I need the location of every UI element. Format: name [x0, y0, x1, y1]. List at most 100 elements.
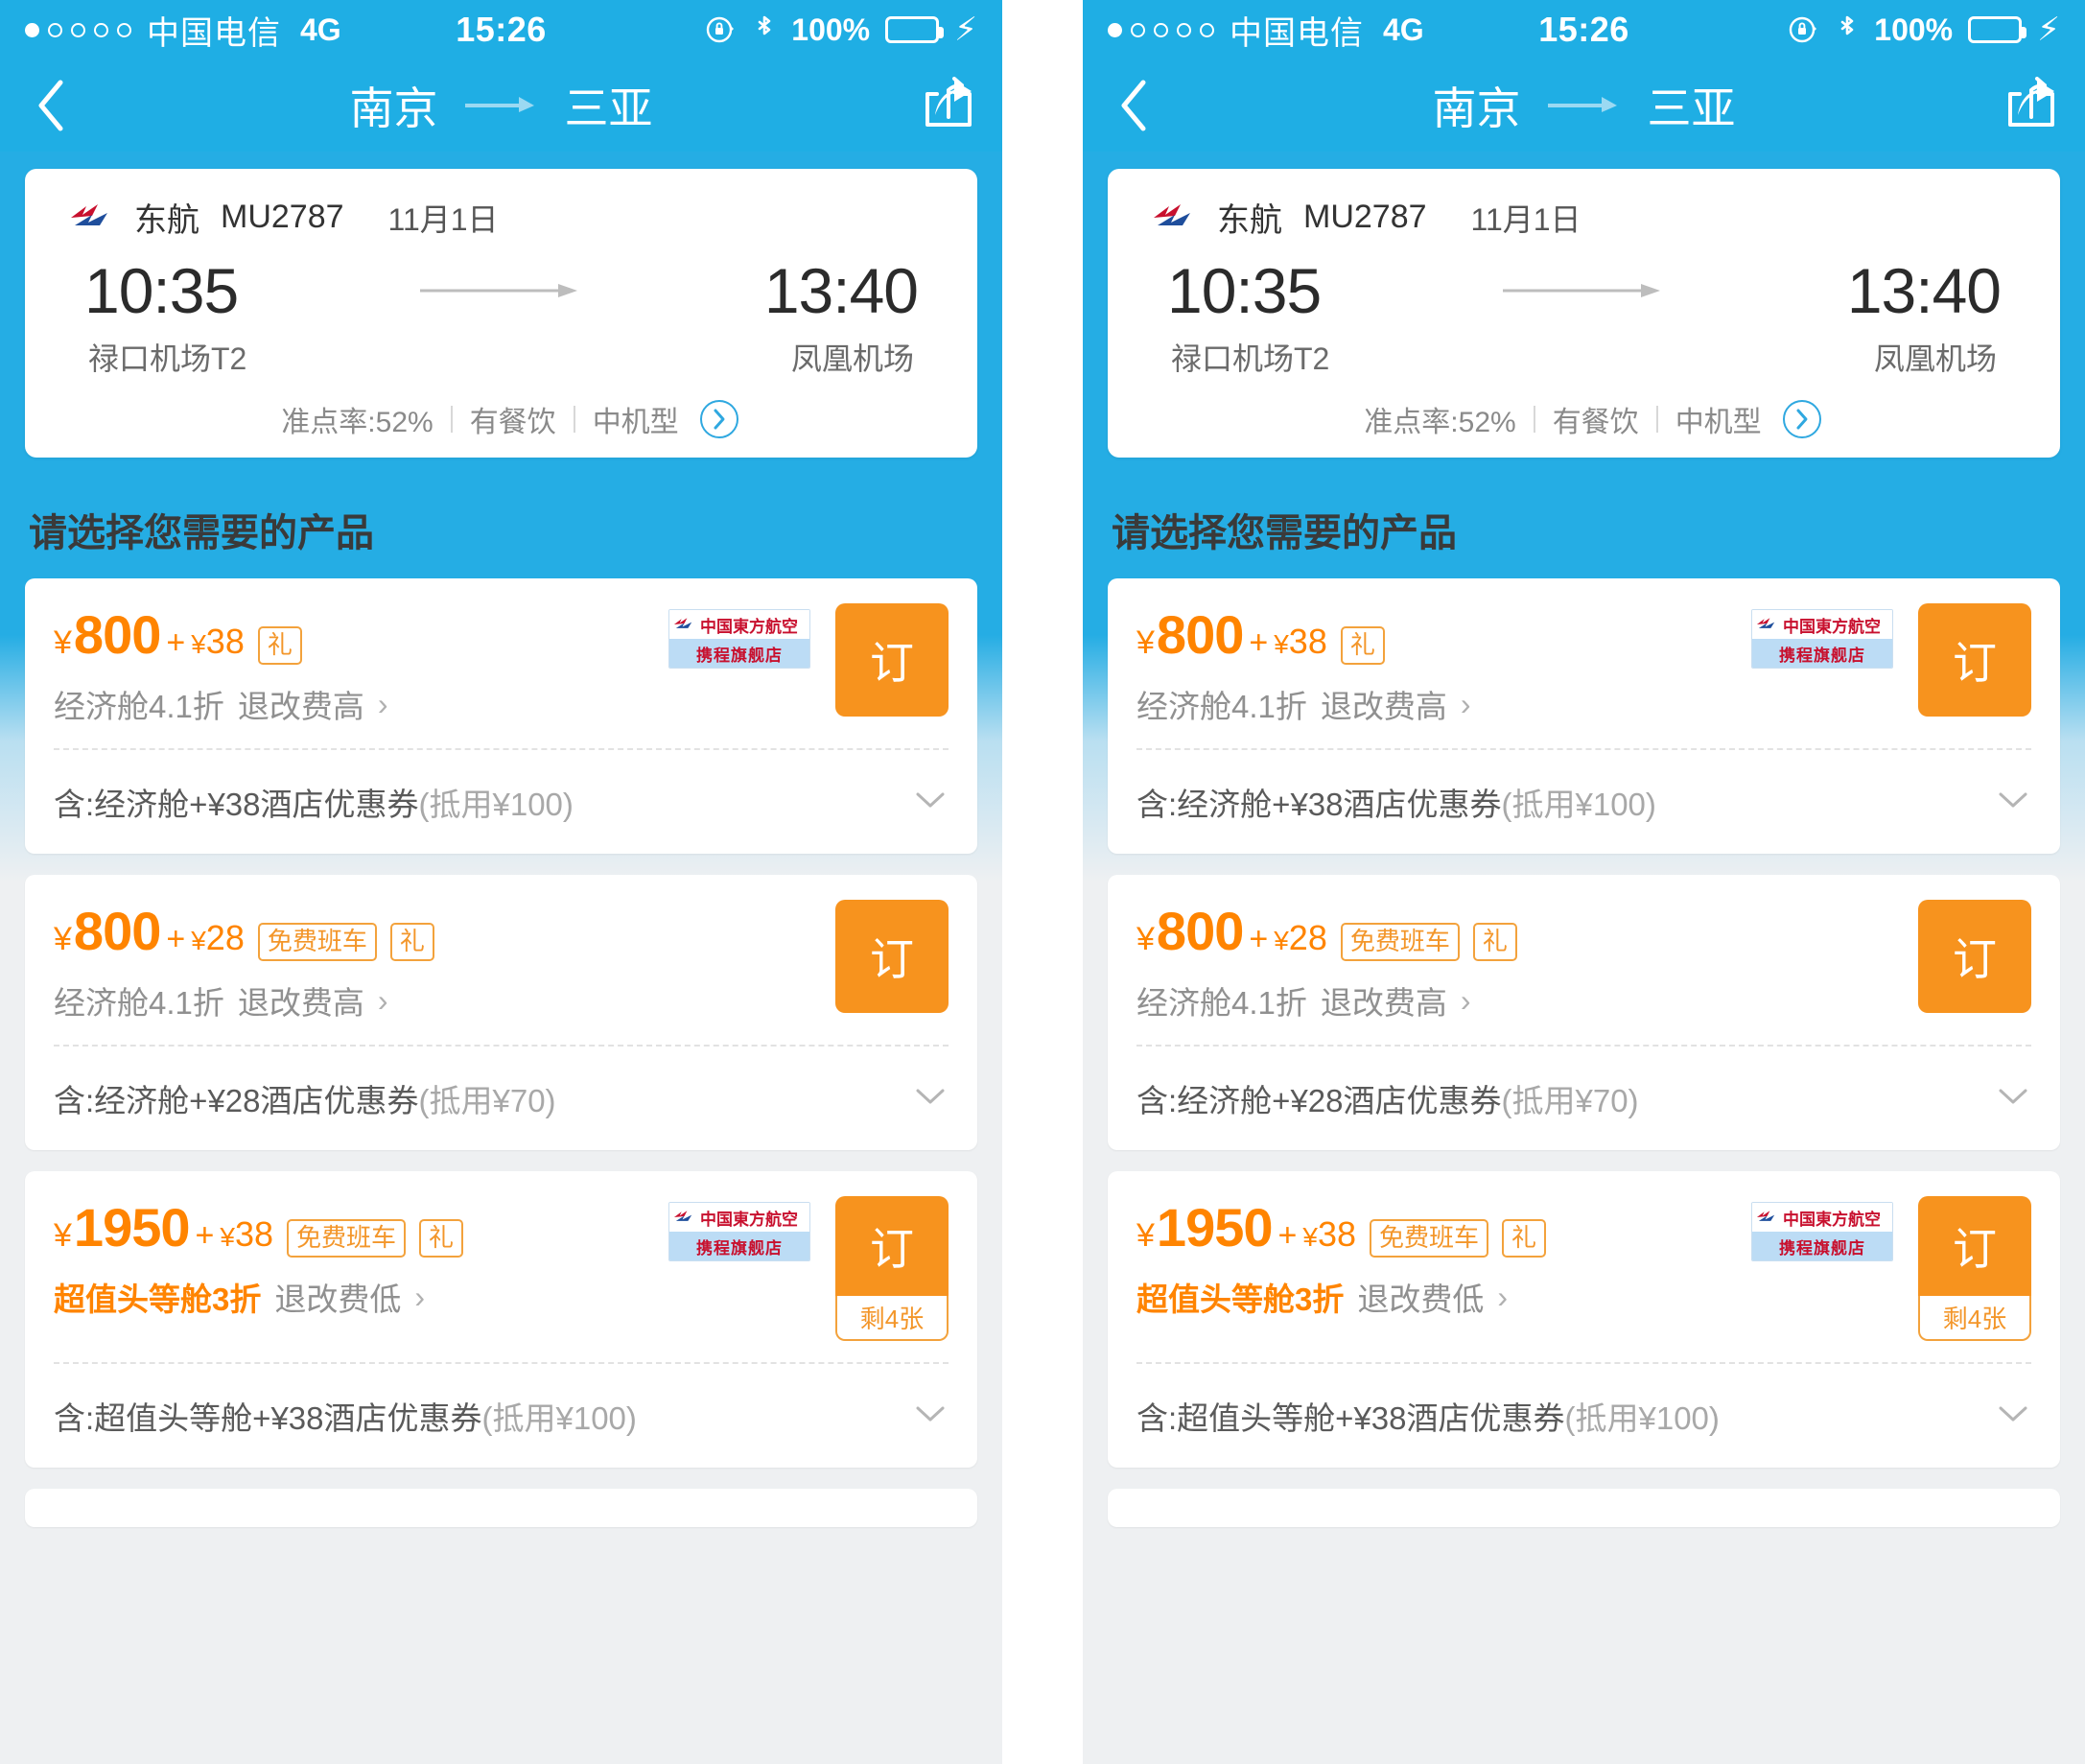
product-sub-row[interactable]: 经济舱4.1折 退改费高 ›: [54, 681, 668, 727]
flight-header-row: 东航 MU2787 11月1日: [1108, 194, 2060, 241]
lightning-bolt-icon: ⚡: [954, 12, 977, 48]
chevron-down-icon[interactable]: [1995, 788, 2031, 816]
product-include-row[interactable]: 含:经济舱+¥38酒店优惠券(抵用¥100): [25, 750, 977, 854]
product-sub-row[interactable]: 经济舱4.1折 退改费高 ›: [54, 977, 835, 1023]
product-sub-row[interactable]: 经济舱4.1折 退改费高 ›: [1136, 977, 1918, 1023]
product-sub-row[interactable]: 经济舱4.1折 退改费高 ›: [1136, 681, 1751, 727]
route-title: 南京 三亚: [1083, 74, 2085, 137]
arrow-right-icon: [1502, 284, 1660, 297]
currency-symbol: ¥: [54, 1217, 72, 1254]
product-card[interactable]: ¥ 1950 + ¥ 38 免费班车礼 超值头等舱3折 退改费低 › 中国東方航…: [25, 1171, 977, 1468]
chevron-right-circle-icon[interactable]: [1782, 400, 1821, 438]
flight-info-card[interactable]: 东航 MU2787 11月1日 10:35 13:40 禄口机场T2 凤凰机场 …: [1108, 169, 2060, 458]
product-sub-row[interactable]: 超值头等舱3折 退改费低 ›: [54, 1274, 668, 1320]
product-fee: 28: [205, 918, 245, 957]
product-tag: 礼: [419, 1219, 464, 1258]
flight-number: MU2787: [1303, 199, 1427, 235]
stock-badge: 剩4张: [835, 1296, 949, 1341]
book-button[interactable]: 订: [835, 1196, 949, 1296]
flight-info-card[interactable]: 东航 MU2787 11月1日 10:35 13:40 禄口机场T2 凤凰机场 …: [25, 169, 977, 458]
origin-city: 南京: [1432, 83, 1521, 133]
product-card[interactable]: [1108, 1489, 2060, 1527]
product-main-row: ¥ 800 + ¥ 28 免费班车礼 经济舱4.1折 退改费高 › 订: [25, 875, 977, 1045]
cabin-class: 超值头等舱3折: [1136, 1282, 1345, 1317]
signal-strength-dots: [1108, 22, 1214, 37]
booking-area: 订 剩4张: [835, 1196, 949, 1341]
meal-info: 有餐饮: [1552, 407, 1639, 438]
price-row: ¥ 800 + ¥ 28 免费班车礼: [1136, 900, 1918, 962]
flight-meta-row[interactable]: 准点率:52% 有餐饮 中机型: [25, 379, 977, 440]
vendor-badge-title: 中国東方航空: [700, 617, 798, 636]
product-include-row[interactable]: 含:经济舱+¥28酒店优惠券(抵用¥70): [1108, 1047, 2060, 1150]
share-button[interactable]: [920, 77, 977, 134]
product-main-row: ¥ 1950 + ¥ 38 免费班车礼 超值头等舱3折 退改费低 › 中国東方航…: [25, 1171, 977, 1362]
chevron-down-icon[interactable]: [912, 1402, 949, 1430]
product-tag: 礼: [1340, 626, 1385, 665]
price-row: ¥ 800 + ¥ 38 礼: [1136, 603, 1751, 666]
product-price: 1950: [73, 1197, 191, 1258]
product-fee: 38: [234, 1214, 273, 1254]
network-type: 4G: [1383, 12, 1424, 47]
book-button[interactable]: 订: [835, 603, 949, 717]
flight-meta-row[interactable]: 准点率:52% 有餐饮 中机型: [1108, 379, 2060, 440]
product-include-row[interactable]: 含:经济舱+¥28酒店优惠券(抵用¥70): [25, 1047, 977, 1150]
vendor-badge-subtitle: 携程旗舰店: [1779, 1238, 1865, 1258]
currency-symbol: ¥: [1136, 1217, 1155, 1254]
vendor-badge-subtitle: 携程旗舰店: [1779, 646, 1865, 665]
product-card[interactable]: ¥ 800 + ¥ 38 礼 经济舱4.1折 退改费高 › 中国東方航空 携程旗…: [1108, 578, 2060, 854]
book-button[interactable]: 订: [1918, 603, 2031, 717]
product-sub-row[interactable]: 超值头等舱3折 退改费低 ›: [1136, 1274, 1751, 1320]
product-info: ¥ 1950 + ¥ 38 免费班车礼 超值头等舱3折 退改费低 ›: [54, 1196, 668, 1320]
chevron-right-circle-icon[interactable]: [699, 400, 738, 438]
product-card[interactable]: [25, 1489, 977, 1527]
include-description: 含:经济舱+¥38酒店优惠券(抵用¥100): [1136, 779, 1656, 825]
include-prefix: 含:经济舱+¥38酒店优惠券: [54, 787, 419, 822]
share-button[interactable]: [2003, 77, 2060, 134]
chevron-left-icon: [1121, 80, 1146, 131]
back-button[interactable]: [25, 75, 77, 136]
status-bar: 中国电信 4G 15:26 100% ⚡: [0, 0, 1002, 59]
product-card[interactable]: ¥ 800 + ¥ 28 免费班车礼 经济舱4.1折 退改费高 › 订 含:经济…: [1108, 875, 2060, 1150]
vendor-area: 中国東方航空 携程旗舰店: [668, 603, 835, 669]
destination-city: 三亚: [1647, 83, 1736, 133]
product-price: 800: [73, 604, 161, 665]
lightning-bolt-icon: ⚡: [2037, 12, 2060, 48]
china-eastern-logo: [1154, 203, 1190, 225]
refund-policy: 退改费低: [1357, 1282, 1485, 1317]
chevron-down-icon[interactable]: [912, 788, 949, 816]
chevron-right-icon: [714, 409, 725, 430]
book-button[interactable]: 订: [1918, 900, 2031, 1013]
share-icon: [925, 77, 972, 127]
aircraft-size: 中机型: [1675, 407, 1762, 438]
product-card[interactable]: ¥ 800 + ¥ 38 礼 经济舱4.1折 退改费高 › 中国東方航空 携程旗…: [25, 578, 977, 854]
chevron-down-icon[interactable]: [912, 1085, 949, 1113]
product-include-row[interactable]: 含:经济舱+¥38酒店优惠券(抵用¥100): [1108, 750, 2060, 854]
vendor-badge-subtitle: 携程旗舰店: [696, 1238, 783, 1258]
book-button[interactable]: 订: [835, 900, 949, 1013]
fee-currency-symbol: ¥: [191, 926, 206, 955]
airline-name: 东航: [1217, 202, 1282, 239]
arrival-airport: 凤凰机场: [790, 341, 914, 376]
chevron-down-icon[interactable]: [1995, 1085, 2031, 1113]
product-card[interactable]: ¥ 800 + ¥ 28 免费班车礼 经济舱4.1折 退改费高 › 订 含:经济…: [25, 875, 977, 1150]
price-row: ¥ 800 + ¥ 28 免费班车礼: [54, 900, 835, 962]
booking-area: 订 剩4张: [1918, 1196, 2031, 1341]
include-prefix: 含:超值头等舱+¥38酒店优惠券: [54, 1400, 482, 1436]
arrival-airport: 凤凰机场: [1873, 341, 1997, 376]
arrival-time: 13:40: [763, 255, 919, 326]
product-include-row[interactable]: 含:超值头等舱+¥38酒店优惠券(抵用¥100): [1108, 1364, 2060, 1468]
rotation-lock-icon: [1790, 16, 1817, 43]
chevron-left-icon: [38, 80, 63, 131]
product-main-row: ¥ 800 + ¥ 38 礼 经济舱4.1折 退改费高 › 中国東方航空 携程旗…: [25, 578, 977, 748]
on-time-rate: 准点率:52%: [281, 407, 433, 438]
book-button[interactable]: 订: [1918, 1196, 2031, 1296]
route-title: 南京 三亚: [0, 74, 1002, 137]
product-card[interactable]: ¥ 1950 + ¥ 38 免费班车礼 超值头等舱3折 退改费低 › 中国東方航…: [1108, 1171, 2060, 1468]
refund-policy: 退改费高: [1320, 689, 1447, 724]
include-suffix: (抵用¥100): [1564, 1400, 1720, 1436]
product-include-row[interactable]: 含:超值头等舱+¥38酒店优惠券(抵用¥100): [25, 1364, 977, 1468]
chevron-down-icon[interactable]: [1995, 1402, 2031, 1430]
back-button[interactable]: [1108, 75, 1160, 136]
flight-times-row: 10:35 13:40: [1108, 241, 2060, 327]
currency-symbol: ¥: [54, 624, 72, 661]
